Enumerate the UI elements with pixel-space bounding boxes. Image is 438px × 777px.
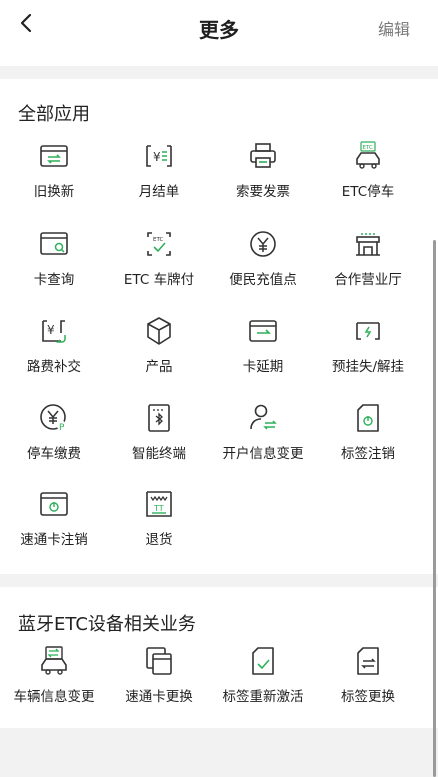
tag-cancel-icon bbox=[352, 402, 384, 434]
report-loss-icon bbox=[352, 315, 384, 347]
divider bbox=[0, 574, 438, 587]
app-label: 停车缴费 bbox=[27, 446, 81, 462]
app-label: 索要发票 bbox=[236, 184, 290, 200]
app-label: 速通卡更换 bbox=[125, 689, 193, 705]
edit-button[interactable]: 编辑 bbox=[378, 16, 410, 40]
app-label: 卡查询 bbox=[33, 272, 75, 288]
app-item-vehicle-change[interactable]: 车辆信息变更 bbox=[4, 645, 104, 725]
app-item-card-query[interactable]: 卡查询 bbox=[4, 228, 104, 308]
app-item-smart-terminal[interactable]: 智能终端 bbox=[109, 402, 209, 482]
app-label: 退货 bbox=[145, 532, 173, 548]
user-change-icon bbox=[247, 402, 279, 434]
etc-parking-icon: ETC bbox=[352, 140, 384, 172]
svg-text:ETC: ETC bbox=[363, 145, 374, 151]
scrollbar[interactable] bbox=[433, 240, 436, 777]
app-item-etc-plate-pay[interactable]: ETC ETC 车牌付 bbox=[109, 228, 209, 308]
svg-text:¥: ¥ bbox=[47, 323, 55, 337]
section-title-bluetooth-etc: 蓝牙ETC设备相关业务 bbox=[18, 614, 196, 635]
app-item-tag-reactivate[interactable]: 标签重新激活 bbox=[213, 645, 313, 725]
app-label: ETC停车 bbox=[341, 184, 395, 200]
page-title: 更多 bbox=[199, 18, 239, 42]
app-label: 标签更换 bbox=[341, 689, 395, 705]
app-label: 合作营业厅 bbox=[334, 272, 402, 288]
card-extend-icon bbox=[247, 315, 279, 347]
app-item-tag-replace[interactable]: 标签更换 bbox=[318, 645, 418, 725]
bottom-area bbox=[0, 728, 438, 777]
app-label: 路费补交 bbox=[27, 359, 81, 375]
svg-text:P: P bbox=[59, 423, 65, 433]
app-label: 速通卡注销 bbox=[20, 532, 88, 548]
tag-replace-icon bbox=[352, 645, 384, 677]
card-replace-icon bbox=[143, 645, 175, 677]
top-bar: 更多 编辑 bbox=[0, 0, 438, 60]
tag-reactivate-icon bbox=[247, 645, 279, 677]
app-item-recharge-point[interactable]: 便民充值点 bbox=[213, 228, 313, 308]
app-item-card-cancel[interactable]: 速通卡注销 bbox=[4, 488, 104, 568]
app-item-monthly-bill[interactable]: ¥ 月结单 bbox=[109, 140, 209, 220]
app-item-report-loss[interactable]: 预挂失/解挂 bbox=[318, 315, 418, 395]
svg-text:TT: TT bbox=[153, 504, 164, 513]
app-label: 标签重新激活 bbox=[222, 689, 304, 705]
app-label: 智能终端 bbox=[132, 446, 186, 462]
app-label: 车辆信息变更 bbox=[13, 689, 95, 705]
card-search-icon bbox=[38, 228, 70, 260]
app-item-card-extend[interactable]: 卡延期 bbox=[213, 315, 313, 395]
app-item-card-replace[interactable]: 速通卡更换 bbox=[109, 645, 209, 725]
yuan-location-icon bbox=[247, 228, 279, 260]
section-title-all-apps: 全部应用 bbox=[18, 104, 90, 125]
card-exchange-icon bbox=[38, 140, 70, 172]
divider bbox=[0, 66, 438, 79]
return-goods-icon: TT bbox=[143, 488, 175, 520]
parking-fee-icon: P bbox=[38, 402, 70, 434]
app-item-parking-fee[interactable]: P 停车缴费 bbox=[4, 402, 104, 482]
etc-plate-pay-icon: ETC bbox=[143, 228, 175, 260]
printer-icon bbox=[247, 140, 279, 172]
toll-payment-icon: ¥ bbox=[38, 315, 70, 347]
card-cancel-icon bbox=[38, 488, 70, 520]
vehicle-change-icon bbox=[38, 645, 70, 677]
cube-icon bbox=[143, 315, 175, 347]
app-item-service-hall[interactable]: 合作营业厅 bbox=[318, 228, 418, 308]
app-label: 标签注销 bbox=[341, 446, 395, 462]
svg-text:¥: ¥ bbox=[153, 150, 161, 164]
app-item-invoice[interactable]: 索要发票 bbox=[213, 140, 313, 220]
svg-text:ETC: ETC bbox=[153, 237, 164, 243]
monthly-bill-icon: ¥ bbox=[143, 140, 175, 172]
app-item-toll-payment[interactable]: ¥ 路费补交 bbox=[4, 315, 104, 395]
app-label: 预挂失/解挂 bbox=[331, 359, 405, 375]
app-label: 卡延期 bbox=[242, 359, 284, 375]
app-label: 开户信息变更 bbox=[222, 446, 304, 462]
app-label: 月结单 bbox=[138, 184, 180, 200]
app-label: 产品 bbox=[145, 359, 173, 375]
app-item-tag-cancel[interactable]: 标签注销 bbox=[318, 402, 418, 482]
app-label: 旧换新 bbox=[33, 184, 75, 200]
app-item-etc-parking[interactable]: ETC ETC停车 bbox=[318, 140, 418, 220]
app-item-return-goods[interactable]: TT 退货 bbox=[109, 488, 209, 568]
store-icon bbox=[352, 228, 384, 260]
app-item-card-exchange[interactable]: 旧换新 bbox=[4, 140, 104, 220]
app-label: ETC 车牌付 bbox=[123, 272, 195, 288]
app-item-account-change[interactable]: 开户信息变更 bbox=[213, 402, 313, 482]
bluetooth-terminal-icon bbox=[143, 402, 175, 434]
app-item-products[interactable]: 产品 bbox=[109, 315, 209, 395]
app-label: 便民充值点 bbox=[229, 272, 297, 288]
